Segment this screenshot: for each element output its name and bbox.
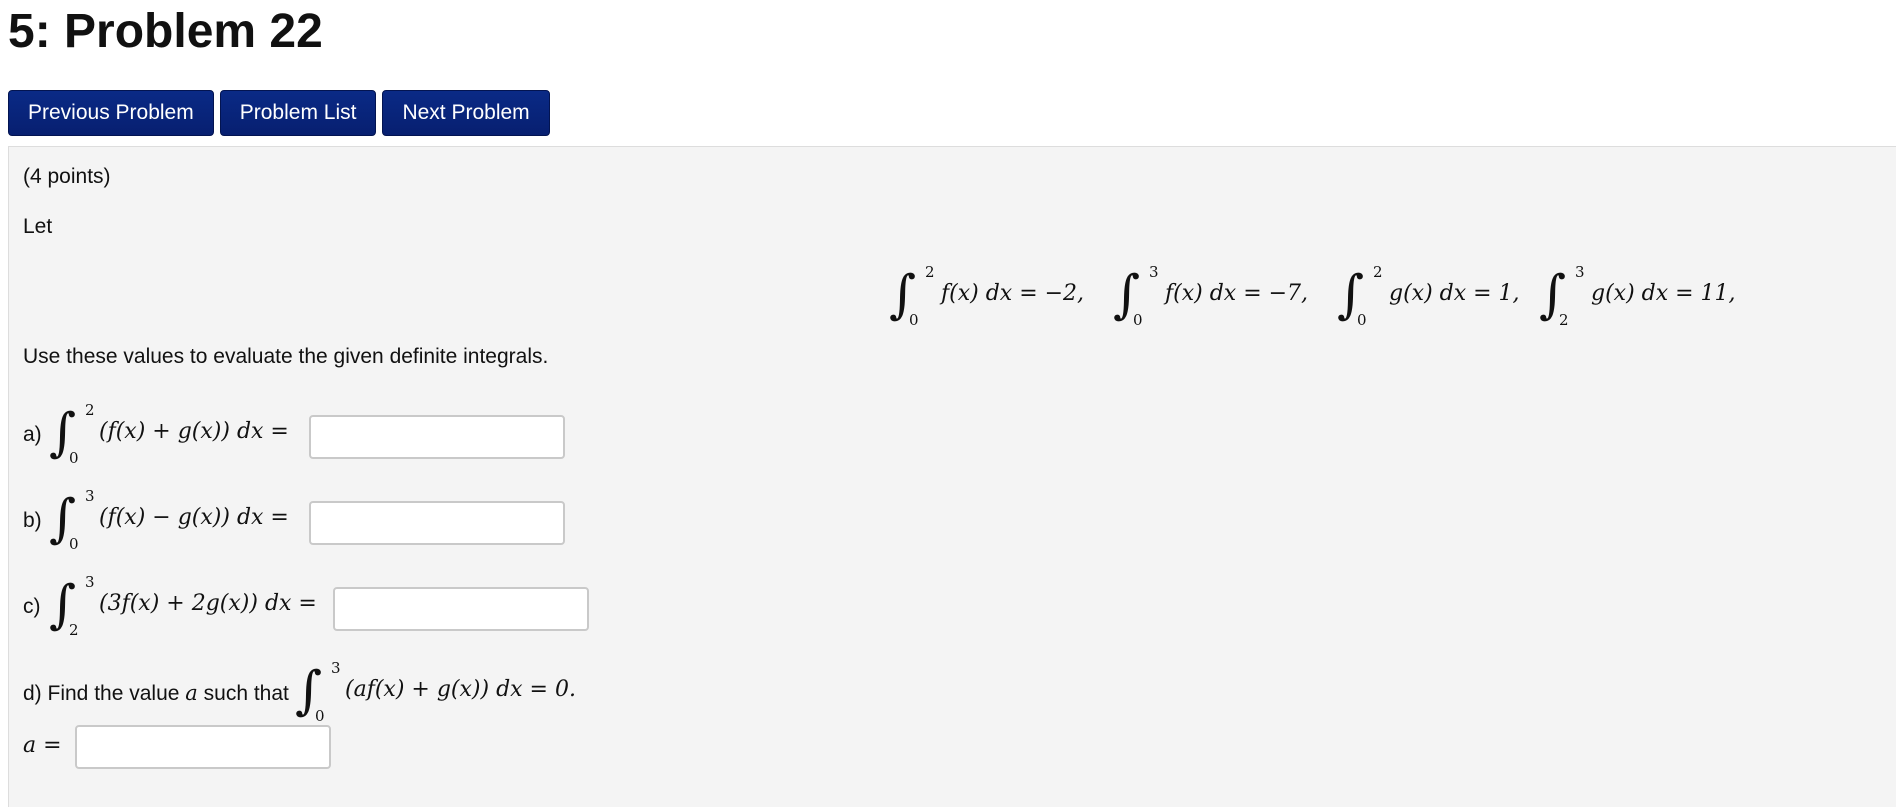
upper-limit: 2 xyxy=(925,263,935,281)
part-c-integral: ∫ 3 2 (3f(x) + 2g(x)) dx = xyxy=(49,565,334,645)
integral-expression: f(x) dx = −2, xyxy=(941,281,1085,306)
problem-panel: (4 points) Let ∫ 2 0 f(x) dx = −2, ∫ 3 0… xyxy=(8,146,1896,807)
lower-limit: 2 xyxy=(1559,311,1569,329)
next-problem-button[interactable]: Next Problem xyxy=(382,90,550,136)
given-integral-4: ∫ 3 2 g(x) dx = 11, xyxy=(1539,255,1739,335)
integral-expression: f(x) dx = −7, xyxy=(1165,281,1309,306)
part-c-label: c) xyxy=(23,595,41,618)
upper-limit: 3 xyxy=(1149,263,1159,281)
part-d-answer-label: a = xyxy=(23,733,62,758)
lower-limit: 0 xyxy=(69,535,79,553)
instruction-text: Use these values to evaluate the given d… xyxy=(23,345,549,368)
points-label: (4 points) xyxy=(23,165,111,188)
part-c-answer-input[interactable] xyxy=(333,587,589,631)
part-d-answer-input[interactable] xyxy=(75,725,331,769)
lower-limit: 0 xyxy=(315,707,325,725)
part-d-such-that: such that xyxy=(203,682,289,705)
part-b-label: b) xyxy=(23,509,42,532)
lower-limit: 0 xyxy=(1357,311,1367,329)
integral-expression: (3f(x) + 2g(x)) dx = xyxy=(99,591,317,616)
part-a-integral: ∫ 2 0 (f(x) + g(x)) dx = xyxy=(49,393,309,473)
lower-limit: 2 xyxy=(69,621,79,639)
part-b-answer-input[interactable] xyxy=(309,501,565,545)
upper-limit: 2 xyxy=(85,401,95,419)
part-d-prefix: d) Find the value xyxy=(23,682,180,705)
part-a-answer-input[interactable] xyxy=(309,415,565,459)
part-b-integral: ∫ 3 0 (f(x) − g(x)) dx = xyxy=(49,479,309,559)
lower-limit: 0 xyxy=(909,311,919,329)
given-integral-3: ∫ 2 0 g(x) dx = 1, xyxy=(1337,255,1527,335)
upper-limit: 3 xyxy=(1575,263,1585,281)
problem-list-button[interactable]: Problem List xyxy=(219,90,377,136)
integral-expression: (f(x) + g(x)) dx = xyxy=(99,419,289,444)
lower-limit: 0 xyxy=(69,449,79,467)
problem-navigation: Previous Problem Problem List Next Probl… xyxy=(8,90,550,136)
upper-limit: 3 xyxy=(85,487,95,505)
previous-problem-button[interactable]: Previous Problem xyxy=(8,90,214,136)
page-title: 5: Problem 22 xyxy=(8,5,323,58)
part-a-label: a) xyxy=(23,423,42,446)
upper-limit: 3 xyxy=(331,659,341,677)
lower-limit: 0 xyxy=(1133,311,1143,329)
integral-expression: g(x) dx = 11, xyxy=(1591,281,1736,306)
part-d-integral: ∫ 3 0 (af(x) + g(x)) dx = 0. xyxy=(295,651,615,731)
integral-expression: (af(x) + g(x)) dx = 0. xyxy=(345,677,576,702)
upper-limit: 3 xyxy=(85,573,95,591)
let-label: Let xyxy=(23,215,53,238)
part-d-text: d) Find the value a such that xyxy=(23,681,289,706)
integral-expression: g(x) dx = 1, xyxy=(1389,281,1520,306)
given-integral-1: ∫ 2 0 f(x) dx = −2, xyxy=(889,255,1099,335)
upper-limit: 2 xyxy=(1373,263,1383,281)
variable-a: a xyxy=(185,681,198,705)
given-integral-2: ∫ 3 0 f(x) dx = −7, xyxy=(1113,255,1323,335)
integral-expression: (f(x) − g(x)) dx = xyxy=(99,505,289,530)
